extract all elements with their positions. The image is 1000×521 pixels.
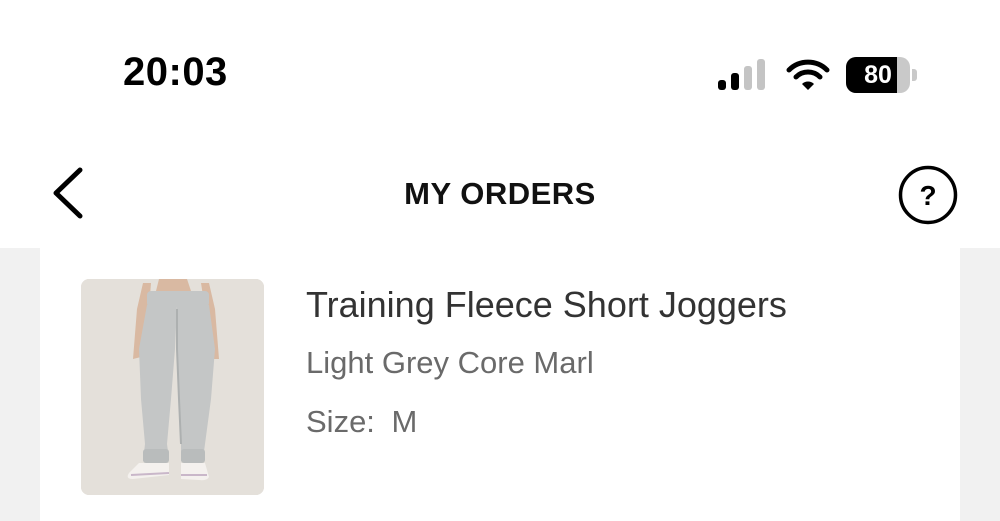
signal-bar-2: [731, 73, 739, 90]
signal-bar-3: [744, 66, 752, 90]
battery-body: 80: [846, 57, 910, 93]
page-header: MY ORDERS ?: [0, 140, 1000, 248]
product-color: Light Grey Core Marl: [306, 345, 594, 380]
signal-bar-4: [757, 59, 765, 90]
order-item-card[interactable]: Training Fleece Short Joggers Light Grey…: [40, 248, 960, 521]
page-title: MY ORDERS: [404, 176, 596, 211]
status-time: 20:03: [123, 50, 228, 94]
joggers-illustration: [81, 279, 264, 495]
battery-level: 80: [864, 61, 892, 89]
svg-text:?: ?: [919, 180, 936, 211]
wifi-icon: [786, 59, 830, 90]
battery-icon: 80: [846, 57, 918, 93]
signal-bar-1: [718, 80, 726, 90]
product-image[interactable]: [81, 279, 264, 495]
size-value: M: [391, 404, 418, 439]
question-circle-icon[interactable]: ?: [897, 165, 959, 225]
size-label: Size:: [306, 404, 375, 439]
battery-tip: [912, 69, 917, 81]
product-size: Size: M: [306, 404, 417, 440]
status-bar: 20:03 80: [0, 0, 1000, 140]
signal-icon: [718, 59, 765, 90]
product-name[interactable]: Training Fleece Short Joggers: [306, 284, 787, 326]
